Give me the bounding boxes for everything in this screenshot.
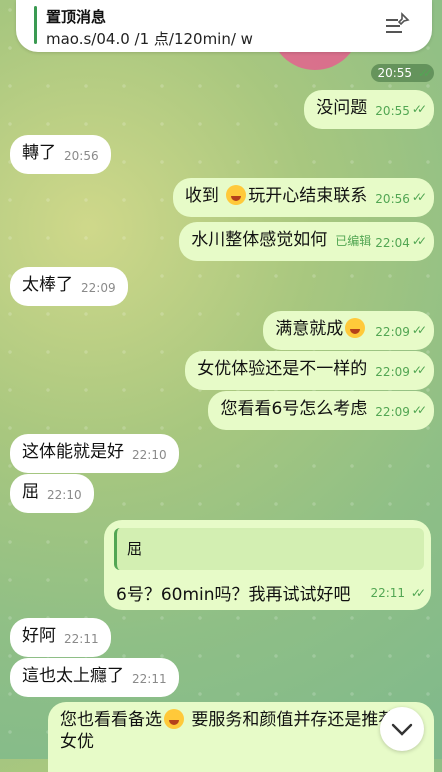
message-bubble[interactable]: 這也太上癮了 22:11 [10,658,179,697]
message-bubble[interactable]: 轉了 20:56 [10,135,111,174]
message-time: 22:11 ✓✓ [370,586,426,600]
message-bubble[interactable]: 屈 22:10 [10,474,94,513]
read-check-icon: ✓✓ [411,323,427,337]
pinned-accent-bar [34,6,37,44]
message-text: 没问题 [316,98,368,118]
quoted-message[interactable]: 屈 [114,528,424,570]
message-bubble[interactable]: 您也看看备选 要服务和颜值并存还是推荐 女优 [48,702,434,772]
message-bubble[interactable]: 好阿 22:11 [10,618,111,657]
message-text: 轉了 [22,143,56,163]
message-time: 20:56 [64,149,99,163]
pinned-subtitle: mao.s/04.0 /1 点/120min/ w [46,30,253,48]
reply-message-bubble[interactable]: 屈 6号？60min吗？我再试试好吧 22:11 ✓✓ [104,520,431,610]
pinned-title: 置顶消息 [46,8,107,26]
message-text: 女优体验还是不一样的 [197,359,368,379]
message-text: 收到 [184,186,225,206]
laughing-emoji-icon [345,318,366,338]
message-text: 好阿 [22,626,56,646]
message-bubble[interactable]: 没问题 20:55 ✓✓ [304,90,434,129]
edited-label: 已编辑 [335,234,372,248]
emoji-icon [226,185,247,205]
message-text: 太棒了 [22,275,73,295]
message-text: 这体能就是好 [22,442,124,462]
message-time: 22:10 [132,448,167,462]
date-stamp: 20:55 ✓✓ [371,64,434,82]
message-time: 20:55 [375,104,410,118]
scroll-down-button[interactable] [380,707,424,751]
message-bubble[interactable]: 女优体验还是不一样的 22:09 ✓✓ [185,351,434,390]
message-bubble[interactable]: 您看看6号怎么考虑 22:09 ✓✓ [208,391,434,430]
message-text: 6号？60min吗？我再试试好吧 [116,585,351,605]
read-check-icon: ✓✓ [411,363,427,377]
message-text: 满意就成 [275,319,344,339]
message-time: 22:09 [375,365,410,379]
message-text: 玩开心结束联系 [248,186,368,206]
read-check-icon: ✓✓ [411,234,427,248]
message-bubble[interactable]: 收到 玩开心结束联系 20:56 ✓✓ [172,178,434,217]
message-time: 22:09 [81,281,116,295]
message-text: 水川整体感觉如何 [191,230,328,250]
message-bubble[interactable]: 水川整体感觉如何 已编辑 22:04 ✓✓ [179,222,434,261]
message-bubble[interactable]: 太棒了 22:09 [10,267,128,306]
pinned-list-icon[interactable] [384,12,410,36]
message-bubble[interactable]: 满意就成 22:09 ✓✓ [263,311,434,350]
message-time: 22:04 [375,236,410,250]
message-text: 您看看6号怎么考虑 [220,399,368,419]
chevron-down-icon [391,723,413,736]
message-text: 女优 [60,732,94,752]
laughing-emoji-icon [164,709,184,729]
read-check-icon: ✓✓ [411,403,427,417]
quoted-text: 屈 [127,540,143,558]
message-time: 22:09 [375,405,410,419]
message-time: 20:56 [375,192,410,206]
message-time: 22:11 [64,632,99,646]
message-text: 您也看看备选 [60,710,162,730]
message-text: 這也太上癮了 [22,666,124,686]
read-check-icon: ✓✓ [411,102,427,116]
message-text: 要服务和颜值并存还是推荐 [186,710,396,730]
pinned-message-bar[interactable]: 置顶消息 mao.s/04.0 /1 点/120min/ w [16,0,432,52]
message-text: 屈 [22,482,39,502]
read-check-icon: ✓✓ [411,190,427,204]
message-bubble[interactable]: 这体能就是好 22:10 [10,434,179,473]
message-time: 22:09 [375,325,410,339]
message-time: 22:10 [47,488,82,502]
message-time: 22:11 [132,672,167,686]
